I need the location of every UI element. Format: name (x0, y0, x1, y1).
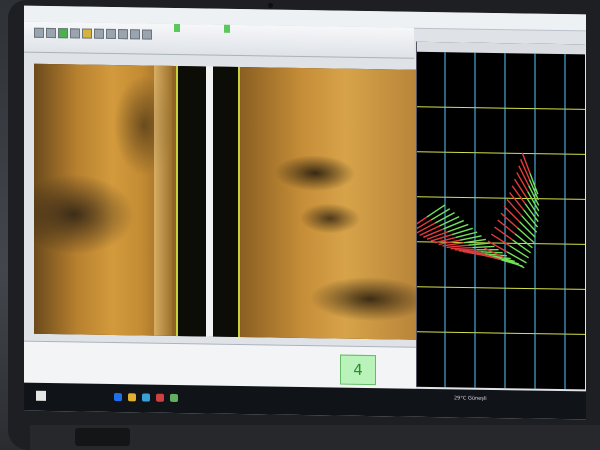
port-ping-beam (503, 205, 521, 223)
port-ping-beam (511, 185, 526, 205)
starboard-ping-beam (430, 208, 451, 221)
mail-icon[interactable] (142, 393, 150, 402)
laptop-screen: 4 29°C Güneşli (24, 5, 586, 420)
folder-icon[interactable] (128, 393, 136, 402)
status-bar: 4 (24, 340, 416, 390)
zoom-in-icon[interactable] (94, 28, 104, 39)
settings-icon[interactable] (142, 29, 152, 40)
port-ping-beam (500, 212, 518, 229)
grid-line-horizontal (417, 151, 585, 155)
record-icon[interactable] (82, 28, 92, 39)
starboard-channel-image (240, 66, 416, 340)
port-ping-beam (513, 178, 528, 199)
port-seabed-edge (154, 65, 172, 336)
webcam (268, 3, 273, 8)
range-icon[interactable] (130, 29, 140, 40)
starboard-ping-beam (439, 215, 460, 227)
zoom-out-icon[interactable] (106, 28, 116, 40)
port-ping-beam (454, 249, 477, 251)
starboard-ping-beam (519, 221, 536, 238)
navigation-panel[interactable] (416, 41, 585, 390)
browser-icon[interactable] (114, 392, 122, 402)
side-scan-sonar-view[interactable] (34, 63, 416, 340)
weather-readout[interactable]: 29°C Güneşli (454, 395, 487, 402)
media-icon[interactable] (156, 393, 164, 402)
gain-icon[interactable] (118, 29, 128, 40)
sonar-app-icon[interactable] (170, 393, 178, 403)
windows-start-icon[interactable] (36, 390, 46, 401)
starboard-water-column (213, 66, 240, 337)
starboard-ping-beam (512, 239, 532, 254)
open-file-icon[interactable] (34, 27, 44, 38)
starboard-ping-beam (426, 204, 446, 218)
port-ping-beam (450, 246, 473, 250)
app-toolbar (24, 21, 414, 59)
port-ping-beam (509, 192, 525, 211)
port-ping-beam (506, 198, 523, 217)
track-plot[interactable] (417, 52, 585, 390)
port-water-column (176, 65, 206, 337)
pause-icon[interactable] (70, 28, 80, 39)
status-badge-2 (224, 24, 230, 33)
port-ping-beam (430, 234, 453, 242)
nadir-center-line (206, 66, 213, 337)
grid-line-horizontal (417, 286, 585, 290)
grid-line-horizontal (417, 106, 585, 110)
port-bottom-track-line (176, 65, 178, 337)
starboard-ping-beam (517, 227, 535, 244)
starboard-ping-beam (472, 245, 495, 249)
channel-number-display: 4 (340, 354, 376, 386)
save-icon[interactable] (46, 27, 56, 39)
starboard-ping-beam (509, 245, 529, 259)
starboard-ping-beam (514, 233, 533, 249)
play-icon[interactable] (58, 28, 68, 39)
laptop-hinge-button (75, 428, 130, 446)
port-ping-beam (516, 172, 529, 193)
status-badge-1 (174, 23, 180, 33)
grid-line-horizontal (417, 331, 585, 335)
grid-line-horizontal (417, 196, 585, 200)
